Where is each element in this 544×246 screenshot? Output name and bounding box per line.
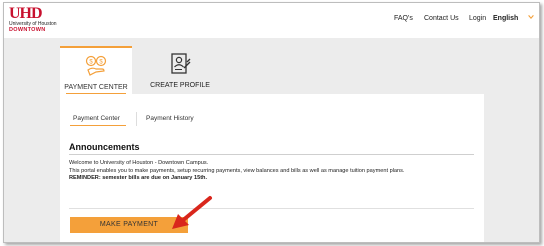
- announcements-body: Welcome to University of Houston - Downt…: [69, 160, 481, 183]
- announcement-reminder: REMINDER: semester bills are due on Janu…: [69, 175, 208, 182]
- active-subtab-underline: [70, 125, 126, 126]
- payment-center-panel: Payment Center Payment History Announcem…: [60, 94, 484, 242]
- browser-frame: UHD University of Houston DOWNTOWN FAQ's…: [3, 2, 540, 243]
- subtab-payment-history[interactable]: Payment History: [146, 115, 194, 122]
- logo-campus-name: DOWNTOWN: [9, 27, 46, 33]
- top-navigation-bar: UHD University of Houston DOWNTOWN FAQ's…: [4, 3, 539, 38]
- announcement-welcome: Welcome to University of Houston - Downt…: [69, 160, 209, 166]
- language-selector[interactable]: English: [493, 15, 518, 22]
- tab-payment-center-label: PAYMENT CENTER: [64, 84, 128, 91]
- announcements-heading: Announcements: [69, 142, 140, 152]
- nav-contact-link[interactable]: Contact Us: [424, 15, 459, 22]
- nav-faqs-link[interactable]: FAQ's: [394, 15, 413, 22]
- tab-create-profile-label: CREATE PROFILE: [150, 82, 210, 89]
- main-content: $ $ PAYMENT CENTER CREATE PROFILE Paymen…: [4, 38, 539, 242]
- subtab-divider: [136, 112, 137, 126]
- announcements-divider: [69, 154, 474, 155]
- section-divider: [69, 208, 474, 209]
- uhd-logo[interactable]: UHD University of Houston DOWNTOWN: [9, 5, 57, 34]
- chevron-down-icon[interactable]: [527, 13, 535, 21]
- announcement-description: This portal enables you to make payments…: [69, 167, 405, 174]
- payment-center-icon: $ $: [85, 55, 107, 76]
- tab-payment-center[interactable]: $ $ PAYMENT CENTER: [60, 46, 132, 94]
- nav-login-link[interactable]: Login: [469, 15, 486, 22]
- tab-create-profile[interactable]: CREATE PROFILE: [144, 46, 216, 94]
- svg-text:$: $: [99, 59, 103, 65]
- subtab-payment-center[interactable]: Payment Center: [73, 115, 120, 122]
- red-pointer-arrow-icon: [172, 196, 212, 229]
- logo-mark: UHD: [9, 5, 43, 22]
- create-profile-icon: [171, 53, 191, 74]
- svg-text:$: $: [89, 59, 93, 65]
